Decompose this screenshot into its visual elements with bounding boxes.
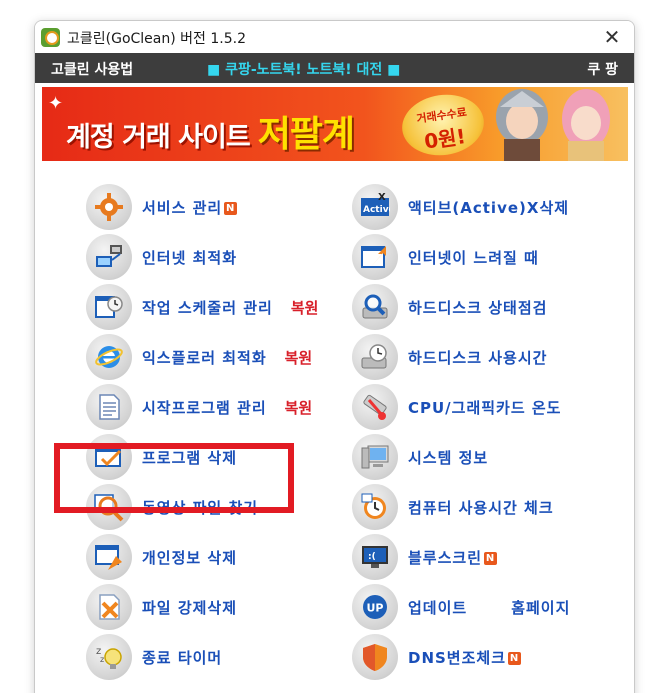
label-service-manage: 서비스 관리 N: [142, 197, 238, 218]
label-disk-health: 하드디스크 상태점검: [408, 298, 548, 317]
label-update: 업데이트: [408, 598, 468, 617]
menu-item-shutdown-timer[interactable]: zz 종료 타이머: [86, 633, 222, 681]
label-program-uninstall: 프로그램 삭제: [142, 448, 238, 467]
menu-bar: 고클린 사용법 ■ 쿠팡-노트북! 노트북! 대전 ■ 쿠 팡: [35, 53, 634, 83]
svg-text:UP: UP: [367, 602, 384, 615]
privacy-window-icon: [86, 534, 132, 580]
label-explorer-optimize: 익스플로러 최적화: [142, 348, 267, 367]
restore-link-explorer[interactable]: 복원: [285, 347, 313, 368]
banner-characters-illustration: [496, 89, 610, 161]
restore-link-task-scheduler[interactable]: 복원: [291, 297, 319, 318]
file-delete-icon: [86, 584, 132, 630]
window-title: 고클린(GoClean) 버전 1.5.2: [67, 31, 246, 47]
label-startup-programs: 시작프로그램 관리: [142, 398, 267, 417]
svg-text::(: :(: [368, 552, 376, 562]
menu-item-dns-check[interactable]: DNS변조체크 N: [352, 633, 522, 681]
alarm-clock-icon: [352, 484, 398, 530]
label-text: 블루스크린: [408, 548, 483, 567]
homepage-link[interactable]: 홈페이지: [511, 597, 570, 618]
menu-coupang-promo[interactable]: ■ 쿠팡-노트북! 노트북! 대전 ■: [207, 59, 400, 79]
menu-item-internet-optimize[interactable]: 인터넷 최적화: [86, 233, 237, 281]
magnifier-icon: [86, 484, 132, 530]
svg-text:Active: Active: [363, 205, 390, 215]
new-badge: N: [508, 651, 522, 665]
label-text: DNS변조체크: [408, 648, 507, 667]
label-video-search: 동영상 파일 찾기: [142, 498, 259, 517]
menu-item-program-uninstall[interactable]: 프로그램 삭제: [86, 433, 237, 481]
menu-item-internet-slow[interactable]: 인터넷이 느려질 때: [352, 233, 539, 281]
new-badge: N: [484, 551, 498, 565]
banner-emphasis: 저팔계: [257, 114, 355, 155]
label-cpu-gpu-temp: CPU/그래픽카드 온도: [408, 398, 562, 417]
goclean-window: 고클린(GoClean) 버전 1.5.2 ✕ 고클린 사용법 ■ 쿠팡-노트북…: [34, 20, 635, 693]
menu-item-update[interactable]: UP 업데이트 홈페이지: [352, 583, 570, 631]
activex-icon: Active X: [352, 184, 398, 230]
shield-icon: [352, 634, 398, 680]
label-internet-optimize: 인터넷 최적화: [142, 248, 238, 267]
menu-item-startup-programs[interactable]: 시작프로그램 관리 복원: [86, 383, 312, 431]
internet-arrow-icon: [352, 234, 398, 280]
gear-icon: [86, 184, 132, 230]
sleep-bulb-icon: zz: [86, 634, 132, 680]
document-icon: [86, 384, 132, 430]
label-task-scheduler: 작업 스케줄러 관리: [142, 298, 273, 317]
label-dns-check: DNS변조체크 N: [408, 647, 522, 668]
svg-text:z: z: [100, 655, 104, 664]
label-bluescreen: 블루스크린 N: [408, 547, 498, 568]
menu-coupang[interactable]: 쿠 팡: [587, 59, 618, 79]
menu-grid: 서비스 관리 N 인터넷 최적화 작업 스케줄러 관리 복원 익스플로러 최적화 …: [35, 181, 634, 693]
banner-fee-badge: 거래수수료 0원!: [398, 89, 488, 161]
goclean-app-icon: [41, 28, 60, 47]
disk-clock-icon: [352, 334, 398, 380]
label-text: 서비스 관리: [142, 198, 223, 217]
program-uninstall-icon: [86, 434, 132, 480]
menu-item-explorer-optimize[interactable]: 익스플로러 최적화 복원: [86, 333, 312, 381]
sparkle-icon: ✦: [48, 93, 64, 114]
menu-item-service-manage[interactable]: 서비스 관리 N: [86, 183, 238, 231]
internet-explorer-icon: [86, 334, 132, 380]
menu-usage-guide[interactable]: 고클린 사용법: [51, 59, 133, 79]
label-force-delete: 파일 강제삭제: [142, 598, 238, 617]
thermometer-icon: [352, 384, 398, 430]
menu-item-video-search[interactable]: 동영상 파일 찾기: [86, 483, 258, 531]
disk-search-icon: [352, 284, 398, 330]
label-activex-delete: 액티브(Active)X삭제: [408, 198, 570, 217]
menu-item-system-info[interactable]: 시스템 정보: [352, 433, 488, 481]
title-bar: 고클린(GoClean) 버전 1.5.2 ✕: [35, 21, 634, 53]
menu-item-disk-health[interactable]: 하드디스크 상태점검: [352, 283, 547, 331]
scheduler-clock-icon: [86, 284, 132, 330]
ad-banner[interactable]: ✦ 계정 거래 사이트 저팔계 거래수수료 0원!: [42, 87, 628, 161]
restore-link-startup[interactable]: 복원: [285, 397, 313, 418]
update-icon: UP: [352, 584, 398, 630]
menu-item-force-delete[interactable]: 파일 강제삭제: [86, 583, 237, 631]
new-badge: N: [224, 201, 238, 215]
banner-headline: 계정 거래 사이트 저팔계: [66, 105, 355, 157]
label-disk-usage-time: 하드디스크 사용시간: [408, 348, 548, 367]
menu-item-cpu-gpu-temp[interactable]: CPU/그래픽카드 온도: [352, 383, 561, 431]
menu-item-activex-delete[interactable]: Active X 액티브(Active)X삭제: [352, 183, 569, 231]
menu-item-usage-time-check[interactable]: 컴퓨터 사용시간 체크: [352, 483, 554, 531]
close-button[interactable]: ✕: [602, 27, 622, 47]
menu-item-bluescreen[interactable]: :( 블루스크린 N: [352, 533, 498, 581]
bluescreen-monitor-icon: :(: [352, 534, 398, 580]
menu-item-task-scheduler[interactable]: 작업 스케줄러 관리 복원: [86, 283, 318, 331]
banner-text: 계정 거래 사이트: [66, 122, 251, 153]
menu-item-disk-usage-time[interactable]: 하드디스크 사용시간: [352, 333, 547, 381]
svg-text:X: X: [378, 192, 386, 203]
menu-item-privacy-delete[interactable]: 개인정보 삭제: [86, 533, 237, 581]
computer-icon: [352, 434, 398, 480]
label-privacy-delete: 개인정보 삭제: [142, 548, 238, 567]
label-internet-slow: 인터넷이 느려질 때: [408, 248, 539, 267]
network-monitor-icon: [86, 234, 132, 280]
label-system-info: 시스템 정보: [408, 448, 489, 467]
label-shutdown-timer: 종료 타이머: [142, 648, 223, 667]
label-usage-time-check: 컴퓨터 사용시간 체크: [408, 498, 554, 517]
